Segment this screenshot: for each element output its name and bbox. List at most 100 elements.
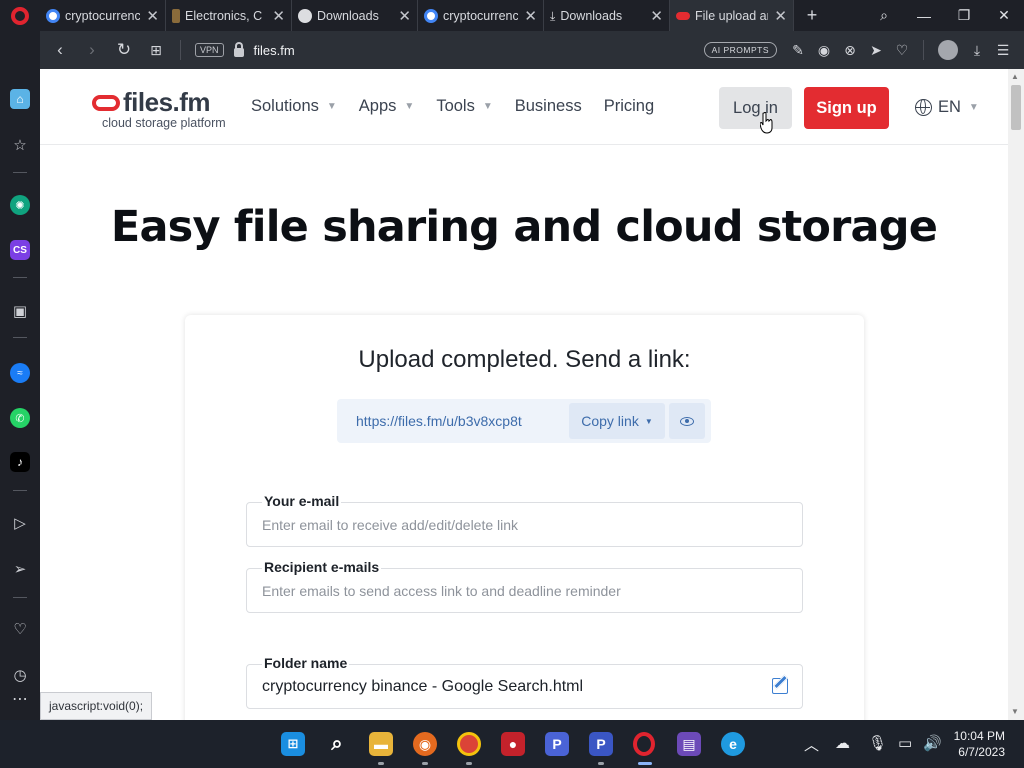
divider bbox=[13, 277, 27, 278]
firefox-icon[interactable]: ◉ bbox=[413, 732, 437, 756]
send-icon[interactable]: ➤ bbox=[863, 42, 889, 59]
chatgpt-icon[interactable]: ✺ bbox=[10, 195, 30, 215]
recipient-emails-label: Recipient e-mails bbox=[262, 559, 382, 575]
hand-cursor-icon bbox=[760, 112, 773, 134]
volume-icon[interactable]: 🔊 bbox=[923, 734, 942, 752]
tab-3[interactable]: Downloads ✕ bbox=[292, 0, 418, 31]
reload-icon[interactable]: ↻ bbox=[108, 31, 140, 69]
send-sidebar-icon[interactable]: ➢ bbox=[10, 559, 30, 579]
share-link-url[interactable]: https://files.fm/u/b3v8xcp8t bbox=[337, 413, 569, 429]
url-field[interactable]: files.fm bbox=[254, 43, 295, 58]
tabs-grid-icon[interactable]: ⊞ bbox=[140, 31, 172, 69]
scrollbar-thumb[interactable] bbox=[1011, 85, 1021, 130]
vpn-badge[interactable]: VPN bbox=[195, 43, 224, 57]
google-icon bbox=[424, 8, 438, 23]
divider bbox=[923, 40, 924, 60]
recipient-placeholder: Enter emails to send access link to and … bbox=[262, 582, 621, 599]
tiktok-icon[interactable]: ♪ bbox=[10, 452, 30, 472]
address-bar: ‹ › ↻ ⊞ VPN files.fm AI PROMPTS ✎ ◉ ⊗ ➤ … bbox=[40, 31, 1024, 69]
tab-4[interactable]: cryptocurrenc ✕ bbox=[418, 0, 544, 31]
ai-prompts-button[interactable]: AI PROMPTS bbox=[703, 42, 777, 58]
address-bar-actions: AI PROMPTS ✎ ◉ ⊗ ➤ ♡ ⤓ ☰ bbox=[703, 31, 1024, 69]
nav-apps[interactable]: Apps ▼ bbox=[359, 97, 415, 116]
main-nav: Solutions ▼ Apps ▼ Tools ▼ Business Pricing bbox=[251, 97, 676, 116]
p-app-icon[interactable]: P bbox=[545, 732, 569, 756]
chrome-icon[interactable] bbox=[457, 732, 481, 756]
back-icon[interactable]: ‹ bbox=[44, 31, 76, 69]
network-icon[interactable]: ☁ bbox=[835, 734, 850, 752]
nav-business[interactable]: Business bbox=[515, 97, 582, 116]
close-tab-icon[interactable]: ✕ bbox=[398, 7, 411, 25]
nav-tools[interactable]: Tools ▼ bbox=[436, 97, 492, 116]
search-icon[interactable]: ⌕ bbox=[325, 732, 349, 756]
tab-2[interactable]: Electronics, C ✕ bbox=[166, 0, 292, 31]
close-tab-icon[interactable]: ✕ bbox=[524, 7, 537, 25]
chevron-down-icon: ▼ bbox=[326, 101, 337, 112]
tab-search-icon[interactable]: ⌕ bbox=[864, 0, 904, 31]
windows-taskbar: ⊞ ⌕ ▬ ◉ ● P P ▤ e ︿ ☁ 🎙 ▭ 🔊 10:04 PM 6/7… bbox=[0, 720, 1024, 768]
clock-date: 6/7/2023 bbox=[958, 745, 1005, 759]
preview-eye-icon[interactable] bbox=[669, 403, 705, 439]
clapper-icon[interactable]: ▤ bbox=[677, 732, 701, 756]
restore-icon[interactable]: ❐ bbox=[944, 0, 984, 31]
divider bbox=[180, 40, 181, 60]
display-icon[interactable]: ▭ bbox=[898, 734, 912, 752]
browser-tab-bar: cryptocurrenc ✕ Electronics, C ✕ Downloa… bbox=[0, 0, 1024, 31]
close-tab-icon[interactable]: ✕ bbox=[272, 7, 285, 25]
copy-link-button[interactable]: Copy link ▼ bbox=[569, 403, 665, 439]
recorder-icon[interactable]: ● bbox=[501, 732, 525, 756]
login-button[interactable]: Log in bbox=[719, 87, 792, 129]
signup-button[interactable]: Sign up bbox=[804, 87, 889, 129]
nav-pricing[interactable]: Pricing bbox=[604, 97, 654, 116]
heart-icon[interactable]: ♡ bbox=[889, 42, 915, 59]
language-selector[interactable]: EN ▼ bbox=[915, 98, 979, 117]
edit-icon[interactable] bbox=[772, 678, 788, 694]
nav-solutions[interactable]: Solutions ▼ bbox=[251, 97, 337, 116]
minimize-icon[interactable]: — bbox=[904, 0, 944, 31]
edge-icon[interactable]: e bbox=[721, 732, 745, 756]
block-icon[interactable]: ⊗ bbox=[837, 42, 863, 59]
upload-title: Upload completed. Send a link: bbox=[358, 346, 691, 373]
downloads-icon[interactable]: ⤓ bbox=[964, 42, 990, 59]
easy-setup-icon[interactable]: ☰ bbox=[990, 42, 1016, 59]
messenger-icon[interactable]: ≈ bbox=[10, 363, 30, 383]
chatsonic-icon[interactable]: CS bbox=[10, 240, 30, 260]
close-tab-icon[interactable]: ✕ bbox=[774, 7, 787, 25]
tab-5[interactable]: ⤓ Downloads ✕ bbox=[544, 0, 670, 31]
windows-start-icon[interactable]: ⊞ bbox=[281, 732, 305, 756]
whatsapp-icon[interactable]: ✆ bbox=[10, 408, 30, 428]
page-scrollbar[interactable]: ▲ ▼ bbox=[1008, 69, 1024, 720]
speed-dial-icon[interactable]: ☆ bbox=[10, 135, 30, 155]
close-tab-icon[interactable]: ✕ bbox=[650, 7, 663, 25]
lock-icon[interactable] bbox=[233, 41, 244, 57]
player-icon[interactable]: ▷ bbox=[10, 513, 30, 533]
more-icon[interactable]: ⋯ bbox=[10, 689, 30, 709]
globe-icon bbox=[298, 8, 312, 23]
bookmarks-heart-icon[interactable]: ♡ bbox=[10, 619, 30, 639]
scroll-up-icon[interactable]: ▲ bbox=[1011, 72, 1019, 81]
history-icon[interactable]: ◷ bbox=[10, 665, 30, 685]
scroll-down-icon[interactable]: ▼ bbox=[1011, 707, 1019, 716]
status-url-tooltip: javascript:void(0); bbox=[40, 692, 153, 720]
tab-title: Downloads bbox=[317, 8, 379, 23]
opera-taskbar-icon[interactable] bbox=[633, 732, 655, 756]
edit-icon[interactable]: ✎ bbox=[785, 42, 811, 59]
home-icon[interactable]: ⌂ bbox=[10, 89, 30, 109]
filesfm-favicon-icon bbox=[676, 11, 690, 20]
tab-6-active[interactable]: File upload ar ✕ bbox=[670, 0, 794, 31]
microphone-icon[interactable]: 🎙 bbox=[868, 734, 887, 752]
close-window-icon[interactable]: ✕ bbox=[984, 0, 1024, 31]
camera-icon[interactable]: ◉ bbox=[811, 42, 837, 59]
forward-icon[interactable]: › bbox=[76, 31, 108, 69]
tab-1[interactable]: cryptocurrenc ✕ bbox=[40, 0, 166, 31]
opera-menu-icon[interactable] bbox=[0, 0, 40, 31]
taskbar-clock[interactable]: 10:04 PM 6/7/2023 bbox=[954, 728, 1005, 760]
close-tab-icon[interactable]: ✕ bbox=[146, 7, 159, 25]
tray-chevron-up-icon[interactable]: ︿ bbox=[804, 734, 819, 755]
profile-avatar-icon[interactable] bbox=[938, 40, 958, 60]
file-explorer-icon[interactable]: ▬ bbox=[369, 732, 393, 756]
shopping-bag-icon[interactable]: ▣ bbox=[10, 301, 30, 321]
new-tab-button[interactable]: + bbox=[798, 5, 826, 26]
site-logo[interactable]: files.fm cloud storage platform bbox=[92, 87, 226, 130]
p-app-2-icon[interactable]: P bbox=[589, 732, 613, 756]
